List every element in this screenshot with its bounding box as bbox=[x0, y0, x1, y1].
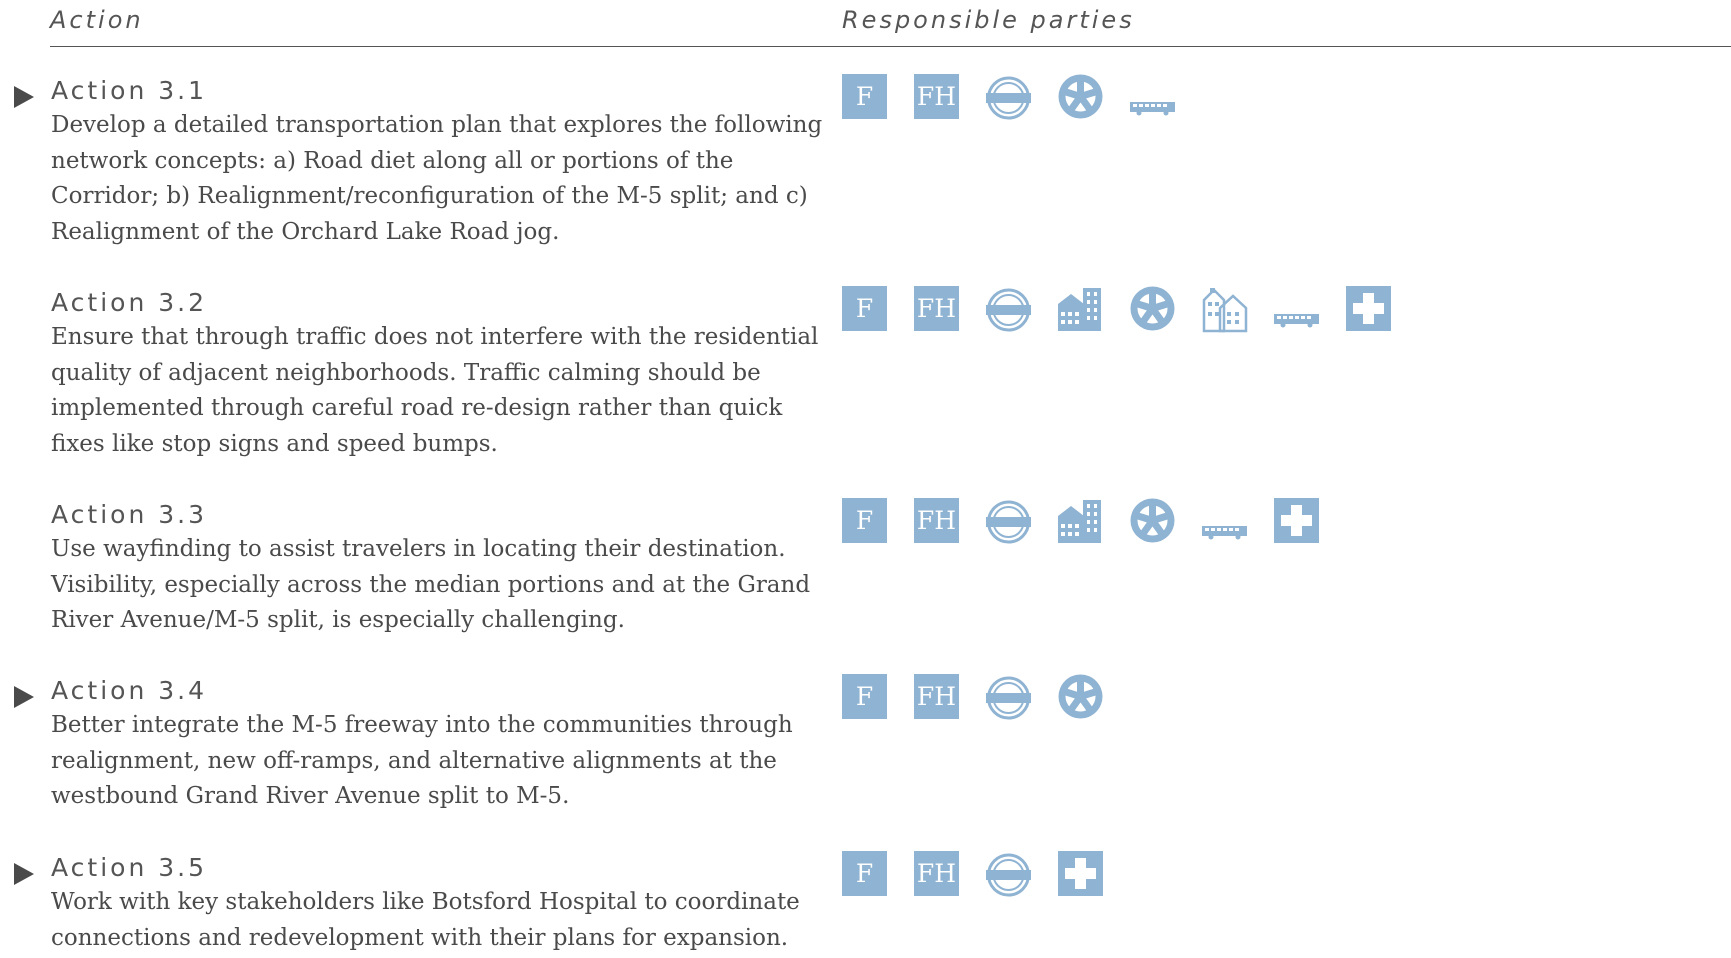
wheel-icon bbox=[1058, 674, 1103, 719]
column-header-action: Action bbox=[50, 6, 144, 34]
action-description: Work with key stakeholders like Botsford… bbox=[51, 889, 800, 951]
party-fh-label: FH bbox=[914, 498, 959, 543]
action-description: Develop a detailed transportation plan t… bbox=[51, 112, 823, 245]
hospital-cross-icon bbox=[1346, 286, 1391, 331]
party-f-label: F bbox=[842, 674, 887, 719]
party-fh-label: FH bbox=[914, 674, 959, 719]
header-divider bbox=[50, 46, 1731, 47]
road-agency-icon bbox=[986, 288, 1031, 332]
action-title: Action 3.3 bbox=[51, 500, 208, 529]
wheel-icon bbox=[1058, 74, 1103, 119]
column-header-responsible-parties: Responsible parties bbox=[842, 6, 1135, 34]
party-f-label: F bbox=[842, 498, 887, 543]
party-fh-label: FH bbox=[914, 286, 959, 331]
bullet-arrow-icon bbox=[14, 86, 34, 108]
city-building-icon bbox=[1058, 500, 1101, 543]
party-f-label: F bbox=[842, 286, 887, 331]
party-fh-label: FH bbox=[914, 851, 959, 896]
road-agency-icon bbox=[986, 676, 1031, 720]
city-building-icon bbox=[1058, 288, 1101, 331]
road-agency-icon bbox=[986, 500, 1031, 544]
bus-icon bbox=[1130, 102, 1175, 116]
action-description: Use wayfinding to assist travelers in lo… bbox=[51, 536, 811, 633]
bullet-arrow-icon bbox=[14, 686, 34, 708]
road-agency-icon bbox=[986, 76, 1031, 120]
party-f-label: F bbox=[842, 74, 887, 119]
bullet-arrow-icon bbox=[14, 863, 34, 885]
bus-icon bbox=[1202, 526, 1247, 540]
road-agency-icon bbox=[986, 853, 1031, 897]
action-title: Action 3.2 bbox=[51, 288, 208, 317]
action-title: Action 3.5 bbox=[51, 853, 208, 882]
action-title: Action 3.4 bbox=[51, 676, 208, 705]
action-title: Action 3.1 bbox=[51, 76, 208, 105]
hospital-cross-icon bbox=[1274, 498, 1319, 543]
hospital-cross-icon bbox=[1058, 851, 1103, 896]
wheel-icon bbox=[1130, 286, 1175, 331]
action-description: Better integrate the M-5 freeway into th… bbox=[51, 712, 793, 809]
residential-icon bbox=[1202, 288, 1248, 333]
bus-icon bbox=[1274, 314, 1319, 328]
party-fh-label: FH bbox=[914, 74, 959, 119]
party-f-label: F bbox=[842, 851, 887, 896]
wheel-icon bbox=[1130, 498, 1175, 543]
action-description: Ensure that through traffic does not int… bbox=[51, 324, 819, 457]
